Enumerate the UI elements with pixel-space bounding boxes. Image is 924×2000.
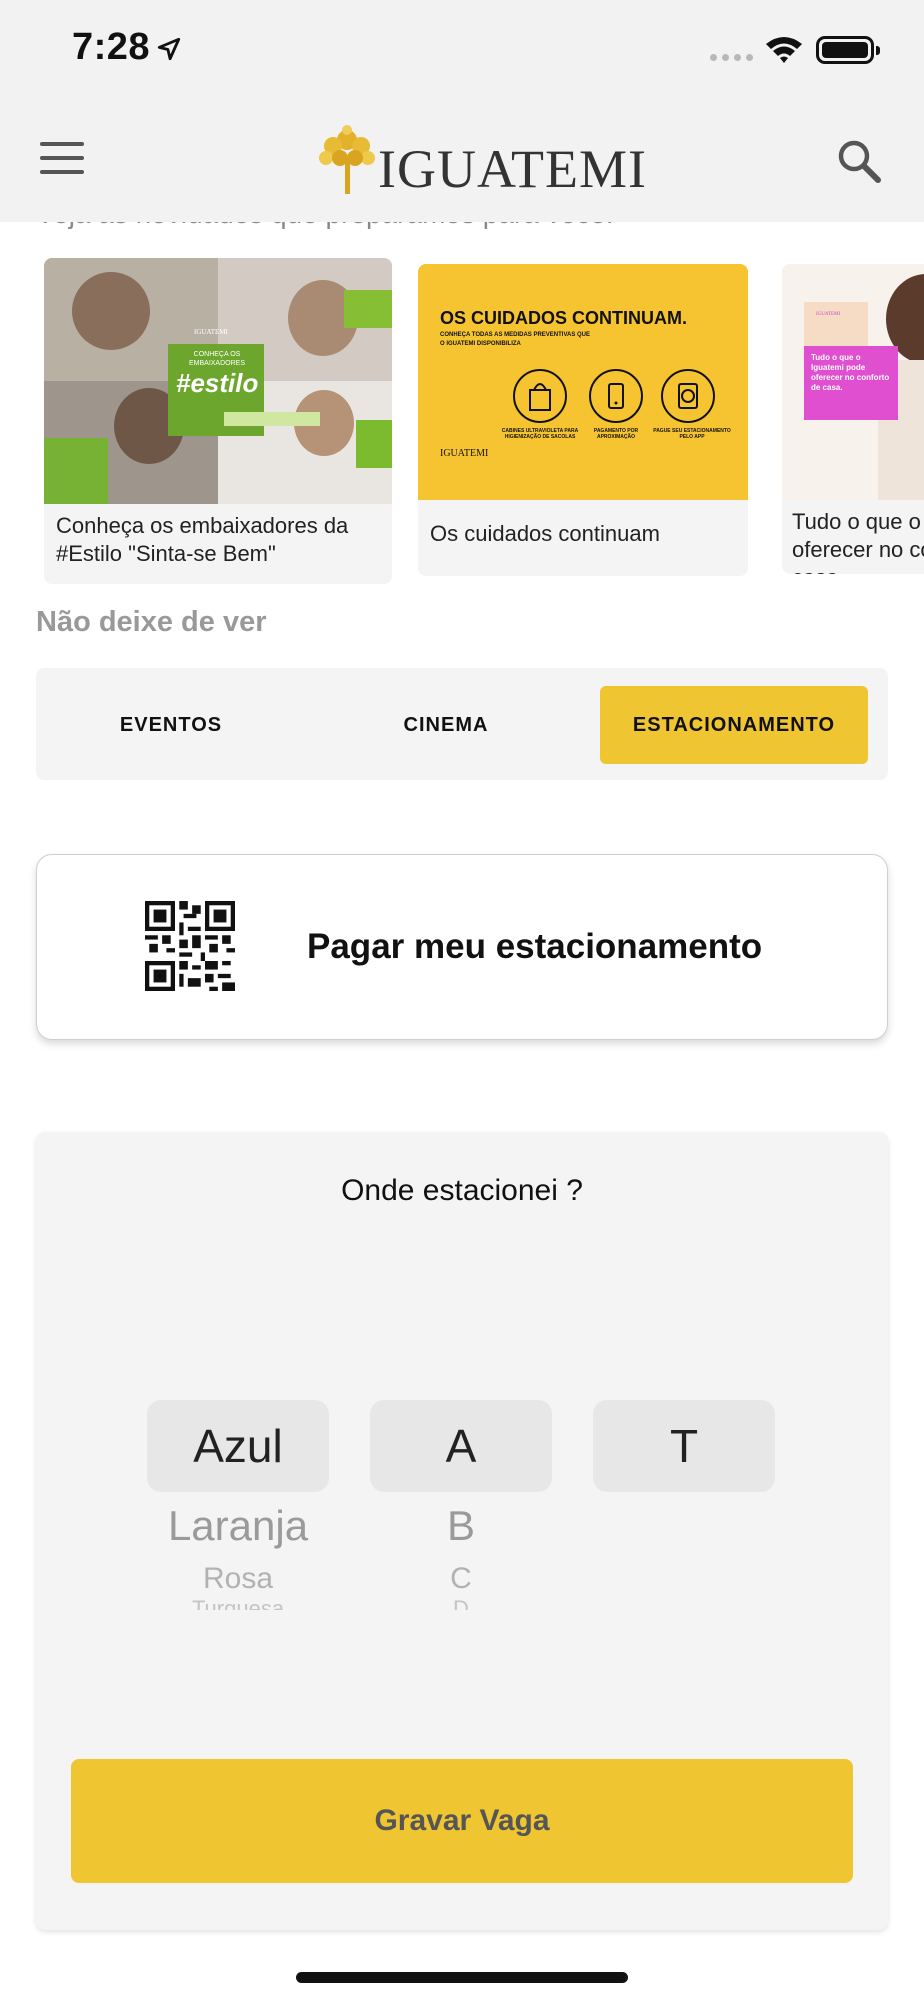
banner-tagline: CONHEÇA OS EMBAIXADORES (188, 351, 245, 367)
card-caption: Tudo o que o Iguatemi pode oferecer no c… (792, 509, 924, 574)
banner-subtitle: CONHEÇA TODAS AS MEDIDAS PREVENTIVAS QUE (440, 332, 591, 338)
battery-icon (816, 36, 880, 64)
tab-eventos[interactable]: EVENTOS (56, 686, 286, 764)
banner-subtitle: O IGUATEMI DISPONIBILIZA (440, 341, 521, 347)
carousel-card-embaixadores[interactable]: IGUATEMI CONHEÇA OS EMBAIXADORES #estilo… (44, 258, 392, 584)
banner-brand: IGUATEMI (816, 312, 841, 317)
pay-parking-label: Pagar meu estacionamento (307, 927, 763, 966)
cuidados-banner-image: OS CUIDADOS CONTINUAM. CONHEÇA TODAS AS … (418, 264, 748, 500)
tab-cinema[interactable]: CINEMA (336, 686, 556, 764)
color-picker-option[interactable]: Turquesa (147, 1598, 329, 1610)
cellular-signal-icon (710, 54, 753, 61)
level-picker-selected[interactable]: T (593, 1400, 775, 1492)
pay-parking-button[interactable]: Pagar meu estacionamento (36, 854, 888, 1040)
card-caption: Os cuidados continuam (430, 521, 660, 546)
color-picker[interactable]: Azul Laranja Rosa Turquesa (147, 1400, 329, 1610)
tree-logo-icon (319, 125, 375, 194)
parking-location-card: Onde estacionei ? Azul Laranja Rosa Turq… (36, 1132, 888, 1930)
status-time: 7:28 (72, 26, 151, 68)
parking-location-title: Onde estacionei ? (341, 1174, 583, 1207)
letter-picker-option[interactable]: B (370, 1502, 552, 1550)
conforto-banner-image: IGUATEMI Tudo o que o Iguatemi pode ofer… (782, 264, 924, 500)
carousel-card-conforto[interactable]: IGUATEMI Tudo o que o Iguatemi pode ofer… (782, 264, 924, 574)
parking-payment-icon (661, 369, 715, 423)
location-arrow-icon (157, 37, 181, 61)
section-title: Não deixe de ver (36, 606, 267, 638)
banner-text: Tudo o que o Iguatemi pode oferecer no c… (804, 346, 898, 420)
search-icon[interactable] (836, 138, 882, 184)
icon-caption: PAGUE SEU ESTACIONAMENTO PELO APP (653, 428, 731, 440)
save-parking-spot-button[interactable]: Gravar Vaga (71, 1759, 853, 1883)
carousel-card-cuidados[interactable]: OS CUIDADOS CONTINUAM. CONHEÇA TODAS AS … (418, 264, 748, 576)
embaixadores-banner-image: IGUATEMI CONHEÇA OS EMBAIXADORES #estilo (44, 258, 392, 504)
letter-picker-option[interactable]: C (370, 1562, 552, 1596)
color-picker-option[interactable]: Laranja (147, 1502, 329, 1550)
letter-picker-option[interactable]: D (370, 1598, 552, 1610)
home-indicator[interactable] (296, 1972, 628, 1983)
icon-caption: CABINES ULTRAVIOLETA PARA HIGIENIZAÇÃO D… (501, 428, 579, 440)
card-caption: Conheça os embaixadores da #Estilo "Sint… (56, 513, 349, 566)
color-picker-option[interactable]: Rosa (147, 1562, 329, 1596)
icon-caption: PAGAMENTO POR APROXIMAÇÃO (593, 428, 639, 440)
level-picker[interactable]: T (593, 1400, 775, 1492)
banner-brand: IGUATEMI (440, 448, 489, 459)
letter-picker-selected[interactable]: A (370, 1400, 552, 1492)
banner-title: OS CUIDADOS CONTINUAM. (440, 308, 687, 328)
banner-brand: IGUATEMI (194, 328, 228, 336)
tabs-bar: EVENTOS CINEMA ESTACIONAMENTO (36, 668, 888, 780)
color-picker-selected[interactable]: Azul (147, 1400, 329, 1492)
contactless-phone-icon (589, 369, 643, 423)
top-bar: 7:28 IGUATEMI (0, 0, 924, 222)
tab-estacionamento[interactable]: ESTACIONAMENTO (600, 686, 868, 764)
logo-text: IGUATEMI (378, 139, 647, 199)
menu-icon[interactable] (40, 142, 84, 174)
wifi-icon (766, 37, 802, 63)
qr-code-icon (145, 901, 235, 991)
shopping-bag-icon (513, 369, 567, 423)
banner-hashtag: #estilo (176, 368, 259, 398)
letter-picker[interactable]: A B C D (370, 1400, 552, 1610)
iguatemi-logo: IGUATEMI (316, 124, 647, 196)
